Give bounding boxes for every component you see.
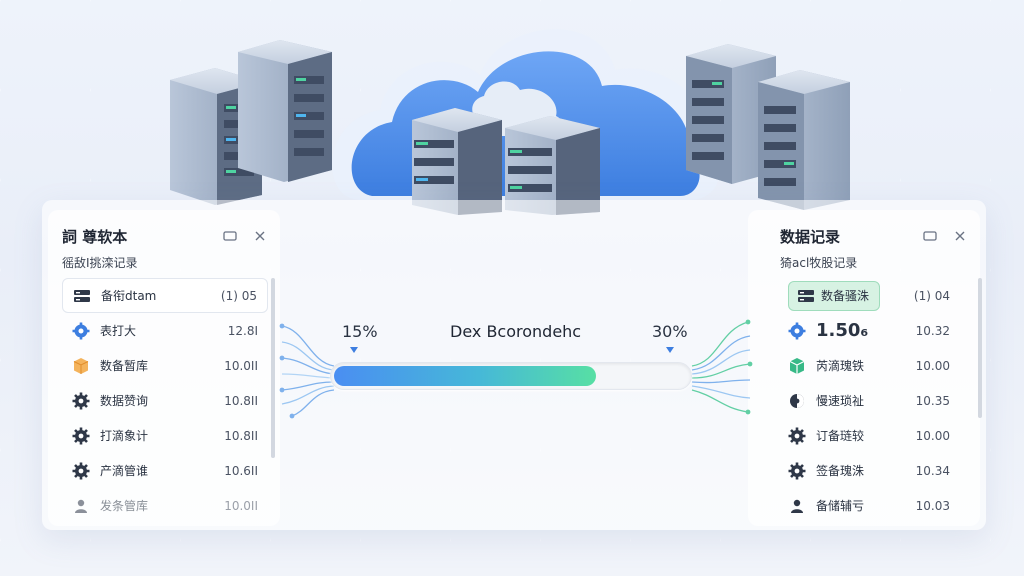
list-item-value: (1) 04 bbox=[913, 288, 950, 303]
list-item-value: 10.0II bbox=[224, 358, 258, 373]
left-panel-header: 詞 尊软本 bbox=[62, 224, 268, 248]
list-item[interactable]: 签备瑰洙 10.34 bbox=[778, 453, 960, 488]
gear-icon bbox=[72, 462, 90, 480]
right-panel-title: 数据记录 bbox=[780, 227, 841, 246]
list-item-label: 1.50₆ bbox=[816, 320, 869, 341]
list-item[interactable]: 数据赞询 10.8II bbox=[62, 383, 268, 418]
server-icon bbox=[73, 287, 91, 305]
left-list: 备衔dtam (1) 05 表打大 12.8I 数备暂库 10.0II 数据赞询… bbox=[62, 278, 268, 523]
list-item[interactable]: 1.50₆ 10.32 bbox=[778, 313, 960, 348]
list-item[interactable]: 数备暂库 10.0II bbox=[62, 348, 268, 383]
list-item-label: 打滴象计 bbox=[100, 429, 149, 443]
list-item-label: 订备琏较 bbox=[816, 429, 865, 443]
list-item-value: 10.0II bbox=[224, 498, 258, 513]
list-item-value: 10.8II bbox=[224, 393, 258, 408]
list-item-value: 10.03 bbox=[915, 498, 950, 513]
progress-title: Dex Bcorondehc bbox=[450, 322, 582, 341]
left-panel-title: 詞 尊软本 bbox=[62, 227, 128, 246]
list-item[interactable]: 数备骚洙 (1) 04 bbox=[778, 278, 960, 313]
progress-bar bbox=[330, 362, 692, 390]
list-item[interactable]: 订备琏较 10.00 bbox=[778, 418, 960, 453]
shield-icon bbox=[788, 392, 806, 410]
list-item-value: (1) 05 bbox=[220, 288, 257, 303]
right-list: 数备骚洙 (1) 04 1.50₆ 10.32 芮滴瑰铁 10.00 慢速琐祉 … bbox=[778, 278, 960, 523]
list-item-label: 备储辅亏 bbox=[816, 499, 865, 513]
list-item[interactable]: 芮滴瑰铁 10.00 bbox=[778, 348, 960, 383]
list-item-value: 10.35 bbox=[915, 393, 950, 408]
box-icon bbox=[72, 357, 90, 375]
minimize-icon[interactable] bbox=[222, 228, 238, 244]
list-item-value: 10.00 bbox=[915, 358, 950, 373]
list-item-value: 10.00 bbox=[915, 428, 950, 443]
list-item-value: 10.8II bbox=[224, 428, 258, 443]
list-item[interactable]: 产滴管谁 10.6II bbox=[62, 453, 268, 488]
list-item[interactable]: 备储辅亏 10.03 bbox=[778, 488, 960, 523]
cloud-servers-illustration bbox=[170, 29, 850, 215]
list-item-label: 签备瑰洙 bbox=[816, 464, 865, 478]
list-item-label: 芮滴瑰铁 bbox=[816, 359, 865, 373]
list-item-label: 备衔dtam bbox=[101, 289, 157, 303]
gear-icon bbox=[72, 427, 90, 445]
gear-icon bbox=[72, 322, 90, 340]
left-marker-icon bbox=[350, 347, 358, 353]
right-marker-icon bbox=[666, 347, 674, 353]
list-item-label: 产滴管谁 bbox=[100, 464, 149, 478]
list-item-label: 数备暂库 bbox=[100, 359, 149, 373]
user-icon bbox=[72, 497, 90, 515]
close-icon[interactable] bbox=[252, 228, 268, 244]
right-panel-header: 数据记录 bbox=[762, 224, 968, 248]
user-icon bbox=[788, 497, 806, 515]
list-item-value: 10.6II bbox=[224, 463, 258, 478]
list-item-label: 慢速琐祉 bbox=[816, 394, 865, 408]
progress-fill bbox=[334, 366, 596, 386]
left-percentage: 15% bbox=[342, 322, 378, 341]
list-item[interactable]: 慢速琐祉 10.35 bbox=[778, 383, 960, 418]
gear-icon bbox=[788, 462, 806, 480]
list-item-value: 10.32 bbox=[915, 323, 950, 338]
list-item-value: 10.34 bbox=[915, 463, 950, 478]
list-item[interactable]: 发条管库 10.0II bbox=[62, 488, 268, 523]
selected-item-pill[interactable]: 数备骚洙 bbox=[788, 280, 881, 311]
list-item[interactable]: 表打大 12.8I bbox=[62, 313, 268, 348]
left-panel: 詞 尊软本 徭敌I挑滦记录 备衔dtam (1) 05 表打大 12.8I 数备… bbox=[48, 210, 280, 526]
gear-icon bbox=[72, 392, 90, 410]
right-percentage: 30% bbox=[652, 322, 688, 341]
right-panel: 数据记录 猗acl牧股记录 数备骚洙 (1) 04 1.50₆ 10.32 芮滴… bbox=[748, 210, 980, 526]
list-item-label: 发条管库 bbox=[100, 499, 149, 513]
list-item-label: 表打大 bbox=[100, 324, 137, 338]
list-item-label: 数据赞询 bbox=[100, 394, 149, 408]
left-scrollbar[interactable] bbox=[271, 278, 275, 458]
background-scene: 詞 尊软本 徭敌I挑滦记录 备衔dtam (1) 05 表打大 12.8I 数备… bbox=[0, 0, 1024, 576]
gear-icon bbox=[788, 427, 806, 445]
left-panel-subtitle: 徭敌I挑滦记录 bbox=[62, 256, 138, 270]
right-panel-subtitle: 猗acl牧股记录 bbox=[780, 256, 858, 270]
cube-icon bbox=[788, 357, 806, 375]
gear-icon bbox=[788, 322, 806, 340]
minimize-icon[interactable] bbox=[922, 228, 938, 244]
right-scrollbar[interactable] bbox=[978, 278, 982, 418]
close-icon[interactable] bbox=[952, 228, 968, 244]
list-item-label: 数备骚洙 bbox=[821, 289, 870, 303]
list-item[interactable]: 备衔dtam (1) 05 bbox=[62, 278, 268, 313]
server-icon bbox=[797, 287, 815, 305]
list-item-value: 12.8I bbox=[227, 323, 258, 338]
list-item[interactable]: 打滴象计 10.8II bbox=[62, 418, 268, 453]
